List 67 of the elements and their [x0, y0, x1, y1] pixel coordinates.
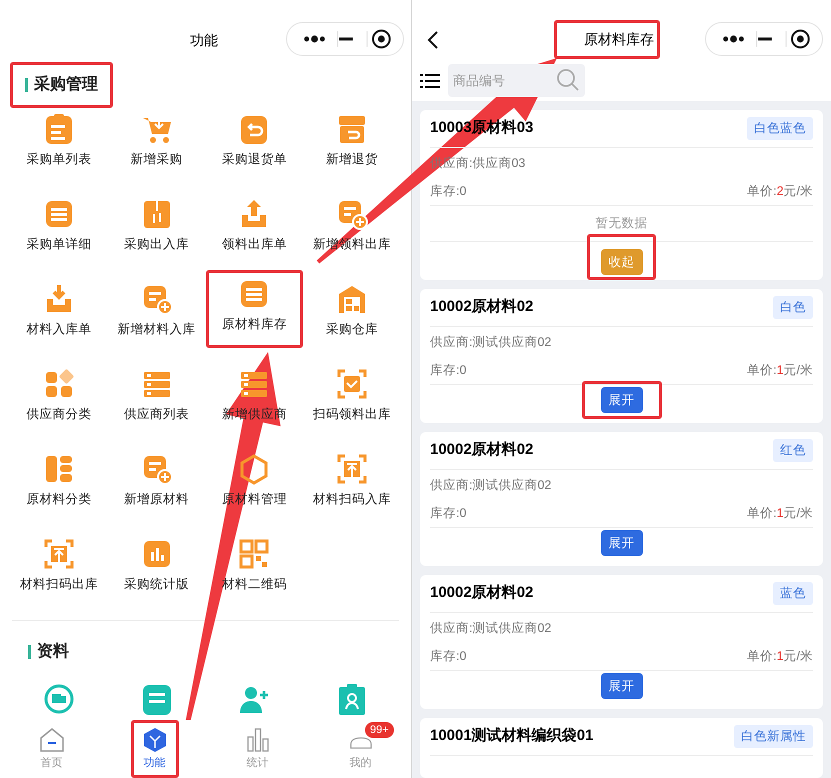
function-item[interactable]: 原材料库存 [222, 315, 287, 334]
bar-chart-icon [244, 726, 270, 752]
supplier-text: 供应商:供应商03 [430, 154, 526, 172]
capsule-menu[interactable] [286, 22, 404, 56]
supplier-text: 供应商:测试供应商02 [430, 476, 552, 494]
home-icon [38, 726, 64, 752]
section-title: 资料 [37, 642, 69, 662]
function-item[interactable]: 扫码领料出库 [313, 405, 392, 424]
function-item[interactable]: 材料扫码出库 [20, 575, 98, 594]
material-title: 10002原材料02 [430, 440, 534, 460]
expand-button[interactable]: 展开 [600, 387, 642, 413]
capsule-menu[interactable] [705, 22, 823, 56]
scan-icon [336, 368, 368, 400]
function-item[interactable]: 原材料分类 [26, 490, 92, 509]
unit-price-text: 单价:1元/米 [747, 362, 813, 380]
function-item[interactable]: 采购出入库 [124, 235, 190, 254]
function-item[interactable]: 新增材料入库 [118, 320, 196, 339]
stock-text: 库存:0 [430, 362, 466, 380]
function-item[interactable]: 新增退货 [326, 150, 378, 169]
color-tag: 白色蓝色 [747, 117, 813, 140]
color-tag: 蓝色 [773, 582, 813, 605]
function-item[interactable]: 新增原材料 [124, 490, 190, 509]
material-title: 10002原材料02 [430, 297, 534, 318]
stock-text: 库存:0 [430, 505, 466, 522]
hexagon-icon [238, 453, 270, 485]
material-title: 10002原材料02 [430, 583, 534, 604]
cube-icon [142, 726, 168, 752]
unit-price-text: 单价:1元/米 [747, 505, 813, 522]
function-item[interactable]: 供应商分类 [26, 405, 92, 424]
unit-price-text: 单价:1元/米 [747, 648, 813, 666]
accent-bar [28, 645, 31, 659]
function-item[interactable]: 领料出库单 [222, 235, 287, 254]
scan-icon [336, 453, 368, 485]
form-add-icon [336, 198, 368, 230]
section-title: 采购管理 [34, 74, 98, 95]
supplier-text: 供应商:测试供应商02 [430, 334, 552, 351]
notification-badge: 99+ [365, 722, 394, 738]
function-item[interactable]: 材料扫码入库 [313, 490, 392, 509]
list-icon [140, 683, 173, 715]
function-item[interactable]: 采购单详细 [26, 235, 92, 254]
color-tag: 红色 [773, 439, 813, 462]
function-item[interactable]: 采购统计版 [124, 575, 190, 594]
color-tag: 白色新属性 [734, 725, 813, 748]
user-icon [348, 736, 374, 748]
page-title: 功能 [190, 31, 218, 50]
function-item[interactable]: 采购退货单 [222, 150, 287, 169]
back-icon[interactable] [426, 30, 440, 50]
qr-code-icon [238, 538, 270, 570]
function-item[interactable]: 新增采购 [130, 150, 183, 169]
scan-icon [42, 538, 75, 570]
empty-state-text: 暂无数据 [596, 215, 648, 232]
stock-text: 库存:0 [430, 648, 466, 666]
tab-item[interactable]: 功能 [134, 726, 176, 775]
stock-text: 库存:0 [430, 183, 466, 200]
expand-button[interactable]: 展开 [600, 673, 642, 699]
page-title: 原材料库存 [584, 30, 654, 49]
function-item[interactable]: 供应商列表 [124, 405, 190, 424]
function-item[interactable]: 材料入库单 [26, 320, 92, 339]
unit-price-text: 单价:2元/米 [747, 183, 813, 200]
expand-button[interactable]: 展开 [600, 530, 642, 556]
function-item[interactable]: 采购单列表 [26, 150, 92, 169]
function-item[interactable]: 采购仓库 [326, 320, 378, 339]
color-tag: 白色 [773, 296, 813, 319]
material-title: 10001测试材料编织袋01 [430, 726, 594, 746]
search-field[interactable]: 商品编号 [448, 64, 585, 96]
accent-bar [25, 78, 28, 92]
supplier-text: 供应商:测试供应商02 [430, 620, 552, 637]
